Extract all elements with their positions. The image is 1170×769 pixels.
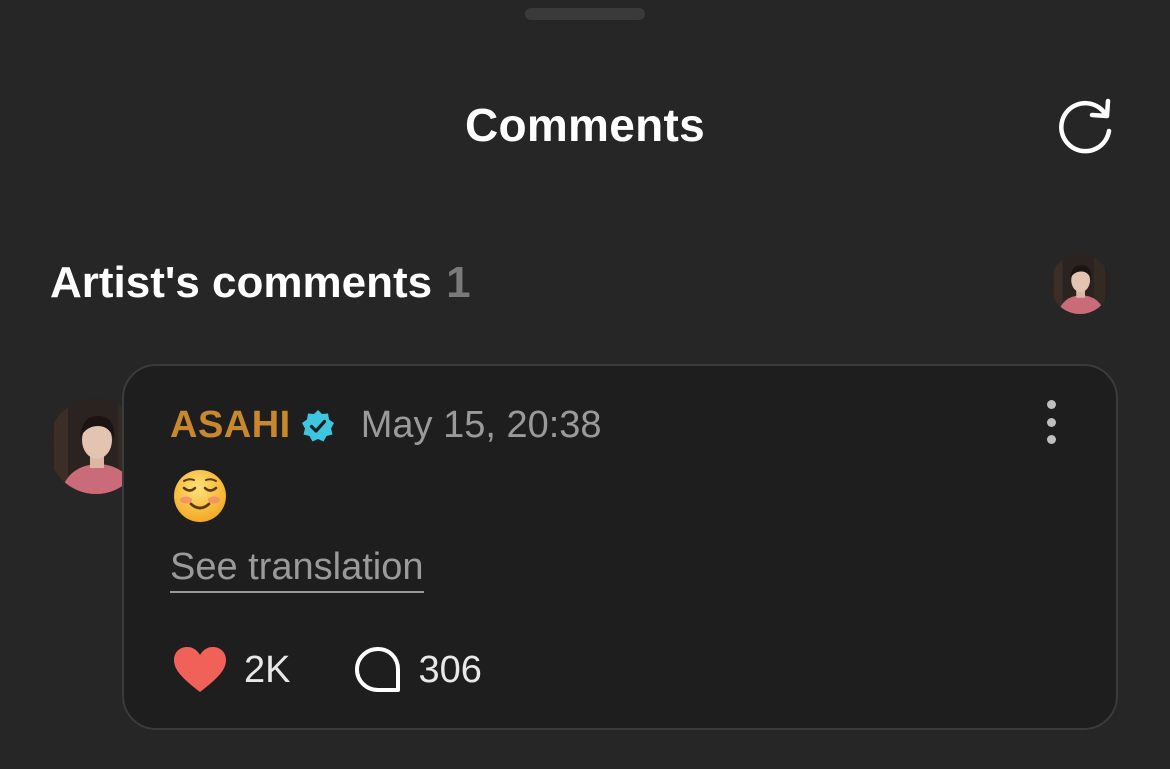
comment-actions: 2K 306 <box>172 646 482 694</box>
comment-card: ASAHI May 15, 20:38 ☺️ <box>122 364 1118 730</box>
refresh-button[interactable] <box>1052 92 1122 156</box>
more-vertical-icon-dot <box>1046 435 1056 444</box>
comment-meta: ASAHI May 15, 20:38 <box>170 404 602 447</box>
heart-icon <box>174 647 226 692</box>
reply-count: 306 <box>418 648 482 691</box>
reply-button[interactable]: 306 <box>354 646 482 694</box>
more-options-button[interactable] <box>1036 400 1066 444</box>
more-vertical-icon-dot <box>1046 417 1056 427</box>
refresh-icon <box>1059 98 1112 154</box>
section-title: Artist's comments <box>50 258 433 307</box>
section-heading: Artist's comments 1 <box>50 258 471 308</box>
section-count: 1 <box>446 258 471 307</box>
like-count: 2K <box>244 648 291 691</box>
sheet-grabber-handle[interactable] <box>525 8 645 20</box>
speech-bubble-icon <box>355 647 401 692</box>
page-title: Comments <box>464 99 706 151</box>
comment-emoji-smiling: ☺️ <box>174 470 226 522</box>
verified-badge-icon <box>301 409 334 441</box>
more-vertical-icon-dot <box>1046 400 1056 409</box>
comment-author-name[interactable]: ASAHI <box>170 404 291 447</box>
like-button[interactable]: 2K <box>172 646 290 694</box>
see-translation-link[interactable]: See translation <box>170 546 424 593</box>
comment-timestamp: May 15, 20:38 <box>360 404 602 446</box>
artist-avatar-small[interactable] <box>1050 254 1110 314</box>
comments-sheet: Comments Artist's comments 1 ASAHI May 1… <box>0 0 1170 769</box>
avatar-image <box>1050 254 1110 314</box>
